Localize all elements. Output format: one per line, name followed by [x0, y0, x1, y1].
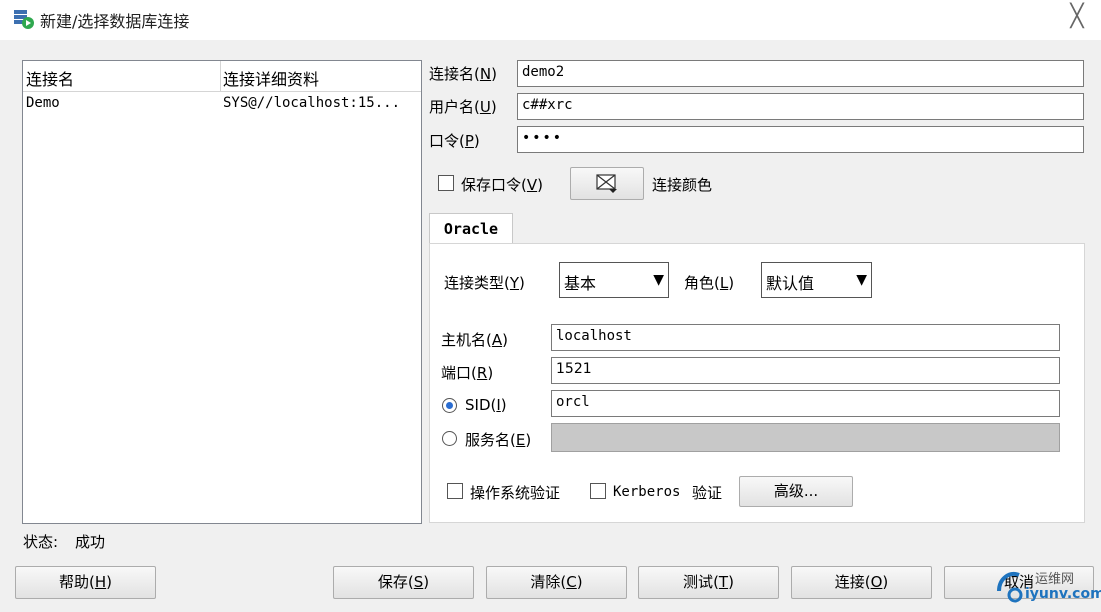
password-hotkey: P	[464, 132, 474, 150]
status-value: 成功	[75, 533, 106, 551]
connection-list-header: 连接名 连接详细资料	[23, 61, 421, 92]
user-label-text: 用户名	[429, 98, 475, 116]
connection-name-cell: Demo	[26, 95, 60, 111]
column-divider[interactable]	[220, 61, 221, 91]
color-picker-button[interactable]	[570, 167, 644, 200]
save-password-checkbox[interactable]	[438, 175, 454, 191]
os-auth-label: 操作系统验证	[470, 484, 561, 502]
conn-type-value: 基本	[564, 274, 597, 293]
conn-type-label: 连接类型(Y)	[444, 274, 525, 292]
conn-type-hotkey: Y	[509, 274, 520, 292]
watermark-line1: 运维网	[1035, 572, 1075, 587]
save-button[interactable]: 保存(S)	[333, 566, 474, 599]
port-hotkey: R	[476, 364, 488, 382]
color-picker-icon	[596, 174, 617, 193]
role-label-text: 角色	[684, 274, 715, 292]
service-name-hotkey: E	[515, 431, 526, 449]
help-button[interactable]: 帮助(H)	[15, 566, 156, 599]
test-hotkey: T	[718, 573, 729, 591]
close-icon[interactable]: ╳	[1062, 2, 1092, 32]
conn-name-label-text: 连接名	[429, 65, 475, 83]
watermark-line2: iyunv.com	[1025, 586, 1101, 602]
table-row[interactable]: Demo SYS@//localhost:15...	[23, 93, 421, 115]
conn-name-hotkey: N	[479, 65, 492, 83]
conn-type-select[interactable]: 基本 ▼	[559, 262, 669, 298]
username-field[interactable]: c##xrc	[517, 93, 1084, 120]
conn-name-label: 连接名(N)	[429, 65, 497, 83]
connect-button-label: 连接	[834, 573, 865, 591]
kerberos-label-suffix: 验证	[692, 484, 723, 502]
test-button-label: 测试	[683, 573, 714, 591]
role-label: 角色(L)	[684, 274, 735, 292]
column-header-name[interactable]: 连接名	[26, 66, 74, 90]
help-button-label: 帮助	[58, 573, 89, 591]
clear-button-label: 清除	[530, 573, 561, 591]
service-name-label-text: 服务名	[465, 431, 511, 449]
port-label: 端口(R)	[441, 364, 494, 382]
connect-button[interactable]: 连接(O)	[791, 566, 932, 599]
kerberos-checkbox[interactable]	[590, 483, 606, 499]
service-name-radio[interactable]	[442, 431, 457, 446]
password-field[interactable]: ••••	[517, 126, 1084, 153]
password-label: 口令(P)	[429, 132, 480, 150]
database-connect-icon	[14, 10, 34, 29]
connection-color-label: 连接颜色	[652, 176, 713, 194]
service-name-field	[551, 423, 1060, 452]
conn-name-field[interactable]: demo2	[517, 60, 1084, 87]
user-label: 用户名(U)	[429, 98, 497, 116]
connect-hotkey: O	[870, 573, 883, 591]
sid-field[interactable]: orcl	[551, 390, 1060, 417]
role-select[interactable]: 默认值 ▼	[761, 262, 872, 298]
host-label: 主机名(A)	[441, 331, 508, 349]
host-hotkey: A	[491, 331, 503, 349]
user-hotkey: U	[479, 98, 491, 116]
chevron-down-icon: ▼	[653, 272, 664, 288]
host-label-text: 主机名	[441, 331, 487, 349]
port-field[interactable]: 1521	[551, 357, 1060, 384]
connection-detail-cell: SYS@//localhost:15...	[223, 95, 401, 111]
save-password-hotkey: V	[526, 176, 538, 194]
cloud-logo-icon	[997, 572, 1023, 603]
clear-button[interactable]: 清除(C)	[486, 566, 627, 599]
clear-hotkey: C	[566, 573, 577, 591]
test-button[interactable]: 测试(T)	[638, 566, 779, 599]
service-name-label: 服务名(E)	[465, 431, 532, 449]
os-auth-checkbox[interactable]	[447, 483, 463, 499]
sid-label: SID(I)	[465, 396, 507, 414]
role-hotkey: L	[719, 274, 729, 292]
save-hotkey: S	[413, 573, 424, 591]
sid-label-text: SID	[465, 396, 491, 414]
tab-oracle[interactable]: Oracle	[429, 213, 513, 244]
save-password-label-text: 保存口令	[461, 176, 522, 194]
port-label-text: 端口	[441, 364, 472, 382]
role-value: 默认值	[766, 274, 815, 293]
advanced-button[interactable]: 高级...	[739, 476, 853, 507]
connection-list[interactable]: 连接名 连接详细资料 Demo SYS@//localhost:15...	[22, 60, 422, 524]
conn-type-label-text: 连接类型	[444, 274, 505, 292]
chevron-down-icon: ▼	[856, 272, 867, 288]
status-label: 状态:	[23, 533, 59, 551]
save-button-label: 保存	[377, 573, 408, 591]
host-field[interactable]: localhost	[551, 324, 1060, 351]
password-label-text: 口令	[429, 132, 460, 150]
save-password-label: 保存口令(V)	[461, 176, 543, 194]
title-bar: 新建/选择数据库连接 ╳	[0, 0, 1101, 40]
kerberos-label-prefix: Kerberos	[613, 484, 681, 500]
window-title: 新建/选择数据库连接	[40, 12, 190, 31]
help-hotkey: H	[94, 573, 107, 591]
sid-radio[interactable]	[442, 398, 457, 413]
column-header-detail[interactable]: 连接详细资料	[223, 66, 319, 90]
sid-hotkey: I	[496, 396, 501, 414]
